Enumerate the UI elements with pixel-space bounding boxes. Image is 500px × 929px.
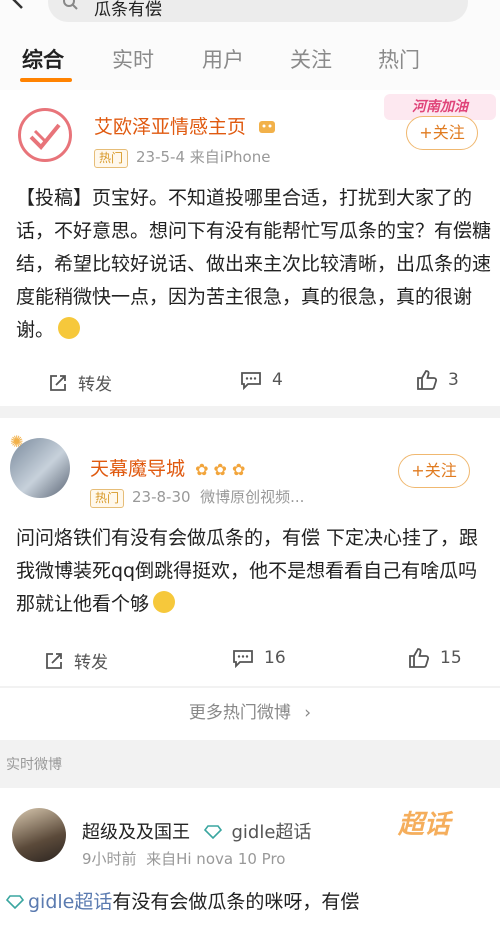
post-text-body: 问问烙铁们有没有会做瓜条的，有偿 下定决心挂了，跟我微博装死qq倒跳得挺欢，他不… bbox=[16, 527, 479, 615]
avatar[interactable] bbox=[12, 808, 66, 862]
post-date: 23-8-30 bbox=[132, 488, 191, 506]
crown-icon bbox=[259, 121, 276, 133]
search-input[interactable]: 瓜条有偿 bbox=[48, 0, 468, 22]
diamond-icon bbox=[203, 825, 222, 839]
user-name[interactable]: 艾欧泽亚情感主页 bbox=[94, 112, 276, 139]
repost-icon bbox=[46, 652, 62, 669]
active-tab-indicator bbox=[20, 78, 72, 82]
supertopic-link[interactable]: gidle超话 bbox=[28, 891, 112, 913]
post-card[interactable]: 艾欧泽亚情感主页 热门 23-5-4 来自iPhone 河南加油 +关注 【投稿】… bbox=[0, 90, 500, 406]
post-meta: 热门 23-8-30 微博原创视频... bbox=[90, 486, 304, 508]
supertopic-link[interactable]: gidle超话 bbox=[231, 822, 311, 843]
search-header: 瓜条有偿 综合 实时 用户 关注 热门 bbox=[0, 0, 500, 90]
thumbs-up-icon bbox=[417, 370, 438, 390]
follow-button[interactable]: +关注 bbox=[398, 454, 470, 488]
avatar[interactable] bbox=[18, 108, 72, 162]
tab-realtime[interactable]: 实时 bbox=[112, 44, 154, 74]
user-name-text: 艾欧泽亚情感主页 bbox=[94, 116, 247, 138]
user-name-text: 天幕魔导城 bbox=[90, 458, 186, 480]
post-card[interactable]: 超话 超级及及国王 gidle超话 9小时前 来自Hi nova 10 Pro … bbox=[0, 788, 500, 929]
tab-following[interactable]: 关注 bbox=[290, 44, 332, 74]
post-time: 9小时前 bbox=[82, 850, 137, 868]
repost-label: 转发 bbox=[78, 375, 112, 395]
comment-count: 16 bbox=[264, 648, 286, 668]
search-query-text: 瓜条有偿 bbox=[94, 0, 162, 20]
post-date: 23-5-4 bbox=[136, 148, 186, 166]
comment-count: 4 bbox=[272, 370, 283, 390]
hot-badge: 热门 bbox=[94, 149, 129, 168]
comment-button[interactable]: 16 bbox=[232, 648, 286, 668]
tab-comprehensive[interactable]: 综合 bbox=[22, 44, 64, 74]
sweat-emoji-icon bbox=[58, 317, 81, 339]
user-name-text: 超级及及国王 bbox=[82, 822, 190, 843]
post-source: 来自Hi nova 10 Pro bbox=[146, 850, 286, 868]
like-count: 15 bbox=[440, 648, 462, 668]
comment-icon bbox=[233, 650, 253, 668]
heart-logo-icon bbox=[29, 123, 61, 150]
fire-icon: ✺ bbox=[10, 432, 24, 451]
user-name[interactable]: 天幕魔导城 ✿ ✿ ✿ bbox=[90, 454, 245, 481]
like-button[interactable]: 3 bbox=[416, 370, 459, 390]
post-source: 微博原创视频... bbox=[200, 488, 305, 506]
post-text-body: 有没有会做瓜条的咪呀，有偿 bbox=[112, 891, 360, 913]
search-icon bbox=[63, 0, 78, 10]
user-name[interactable]: 超级及及国王 gidle超话 bbox=[82, 818, 311, 844]
post-text-body: 【投稿】页宝好。不知道投哪里合适，打扰到大家了的话，不好意思。想问下有没有能帮忙… bbox=[16, 187, 492, 341]
repost-button[interactable]: 转发 bbox=[44, 648, 108, 673]
decoration-icons: ✿ ✿ ✿ bbox=[195, 460, 246, 479]
post-card[interactable]: ✺ 天幕魔导城 ✿ ✿ ✿ 热门 23-8-30 微博原创视频... +关注 问问… bbox=[0, 418, 500, 920]
diamond-icon bbox=[6, 895, 24, 909]
like-count: 3 bbox=[448, 370, 459, 390]
follow-button[interactable]: +关注 bbox=[406, 116, 478, 150]
repost-label: 转发 bbox=[74, 653, 108, 673]
comment-button[interactable]: 4 bbox=[240, 370, 283, 390]
repost-button[interactable]: 转发 bbox=[48, 370, 112, 395]
post-actions: 转发 4 3 bbox=[0, 362, 500, 406]
supertopic-stamp: 超话 bbox=[398, 810, 451, 840]
post-meta: 热门 23-5-4 来自iPhone bbox=[94, 146, 270, 168]
repost-icon bbox=[50, 374, 66, 391]
hot-badge: 热门 bbox=[90, 489, 125, 508]
search-tabs: 综合 实时 用户 关注 热门 bbox=[0, 38, 500, 86]
post-text: 问问烙铁们有没有会做瓜条的，有偿 下定决心挂了，跟我微博装死qq倒跳得挺欢，他不… bbox=[16, 522, 496, 624]
back-arrow-icon[interactable] bbox=[6, 0, 30, 10]
more-hot-posts-link[interactable]: 更多热门微博 › bbox=[0, 688, 500, 740]
post-text: 【投稿】页宝好。不知道投哪里合适，打扰到大家了的话，不好意思。想问下有没有能帮忙… bbox=[16, 182, 496, 350]
like-button[interactable]: 15 bbox=[408, 648, 462, 668]
post-source: 来自iPhone bbox=[189, 148, 271, 166]
more-hot-label: 更多热门微博 bbox=[188, 703, 291, 723]
post-actions: 转发 16 15 bbox=[0, 640, 500, 684]
chevron-right-icon: › bbox=[304, 703, 312, 723]
tab-users[interactable]: 用户 bbox=[202, 44, 244, 74]
post-text: gidle超话有没有会做瓜条的咪呀，有偿 bbox=[4, 886, 494, 919]
comment-icon bbox=[241, 372, 261, 390]
post-meta: 9小时前 来自Hi nova 10 Pro bbox=[82, 848, 285, 869]
grin-emoji-icon bbox=[153, 591, 176, 613]
section-title: 实时微博 bbox=[6, 757, 62, 773]
thumbs-up-icon bbox=[409, 648, 430, 668]
tab-hot[interactable]: 热门 bbox=[378, 44, 420, 74]
